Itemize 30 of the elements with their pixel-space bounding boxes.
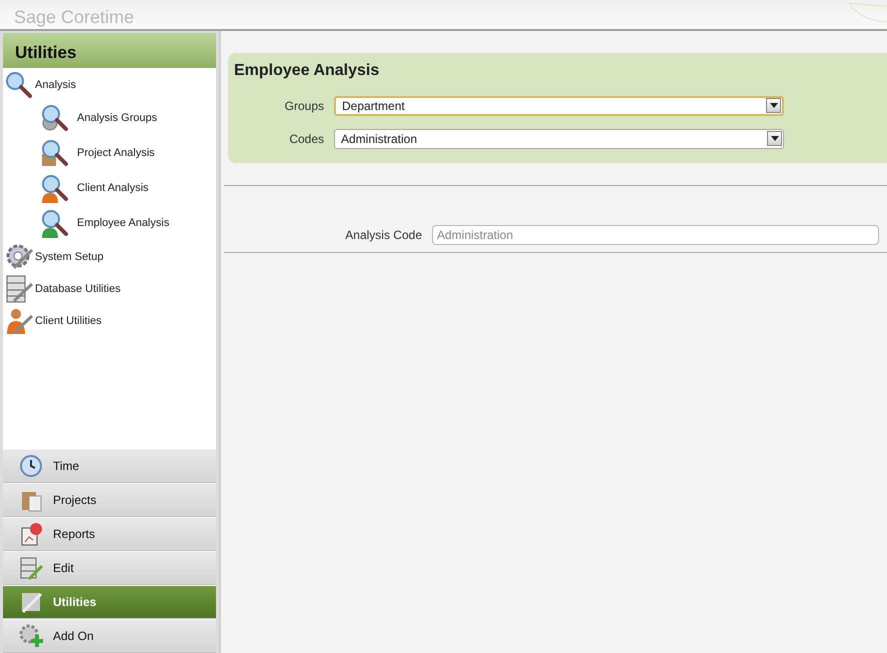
magnifier-icon	[3, 70, 35, 100]
magnifier-icon	[39, 208, 71, 240]
tree-item[interactable]: Analysis	[3, 69, 216, 101]
database-pencil-icon	[19, 556, 43, 580]
nav-button[interactable]: Projects	[3, 483, 216, 517]
nav-button[interactable]: Edit	[3, 551, 216, 585]
tree-item[interactable]: System Setup	[3, 241, 216, 273]
field-label: Groups	[284, 98, 325, 114]
tree-item[interactable]: Database Utilities	[3, 273, 216, 305]
nav-button[interactable]: Reports	[3, 517, 216, 551]
leaf-swoosh-icon	[847, 0, 887, 24]
sidebar-title: Utilities	[3, 33, 216, 68]
field-label: Codes	[288, 130, 325, 148]
tree-item[interactable]: Employee Analysis	[3, 206, 216, 241]
dropdown[interactable]: Department	[334, 96, 784, 116]
tree-item[interactable]: Client Analysis	[3, 171, 216, 206]
report-icon	[19, 522, 43, 546]
app-title: Sage Coretime	[13, 6, 136, 29]
tree-item[interactable]: Analysis Groups	[3, 101, 216, 136]
dropdown[interactable]: Administration	[334, 128, 784, 148]
nav-button[interactable]: Utilities	[3, 585, 216, 619]
tree-item[interactable]: Project Analysis	[3, 136, 216, 171]
clock-icon	[19, 454, 43, 478]
field-label: Analysis Code	[344, 227, 423, 244]
form-title: Employee Analysis	[234, 61, 380, 81]
tree-item[interactable]: Client Utilities	[3, 305, 216, 337]
nav-button[interactable]: Add On	[3, 619, 216, 653]
magnifier-icon	[39, 172, 71, 204]
gear-plus-icon	[19, 624, 43, 648]
nav-button[interactable]: Time	[3, 449, 216, 483]
